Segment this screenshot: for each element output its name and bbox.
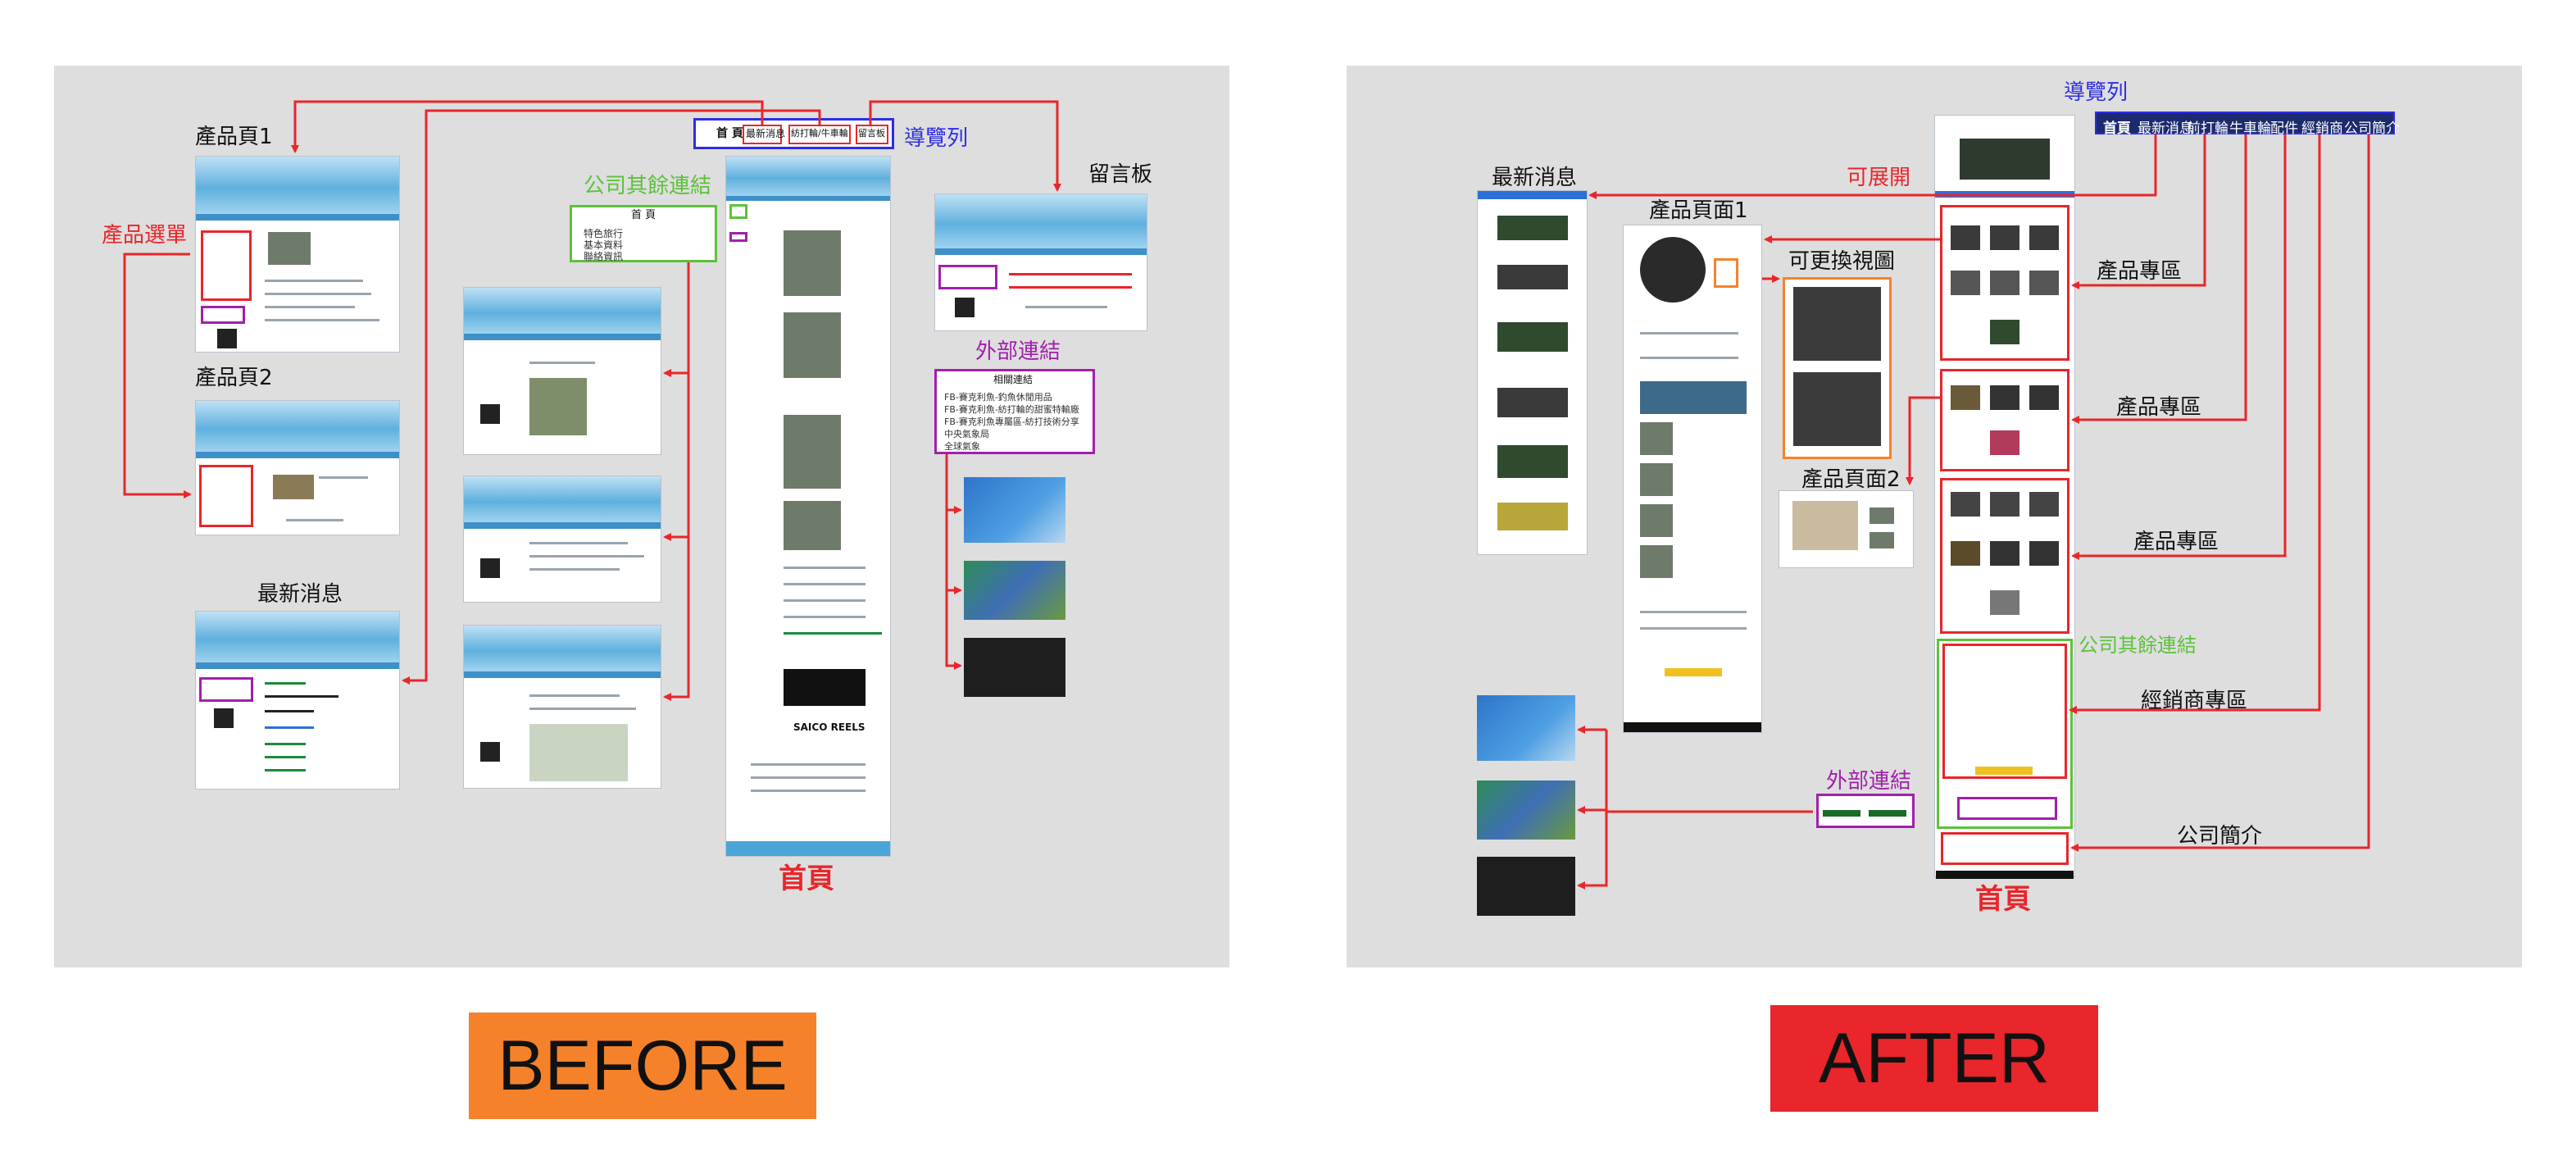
- connector-arrows: [123, 100, 2370, 890]
